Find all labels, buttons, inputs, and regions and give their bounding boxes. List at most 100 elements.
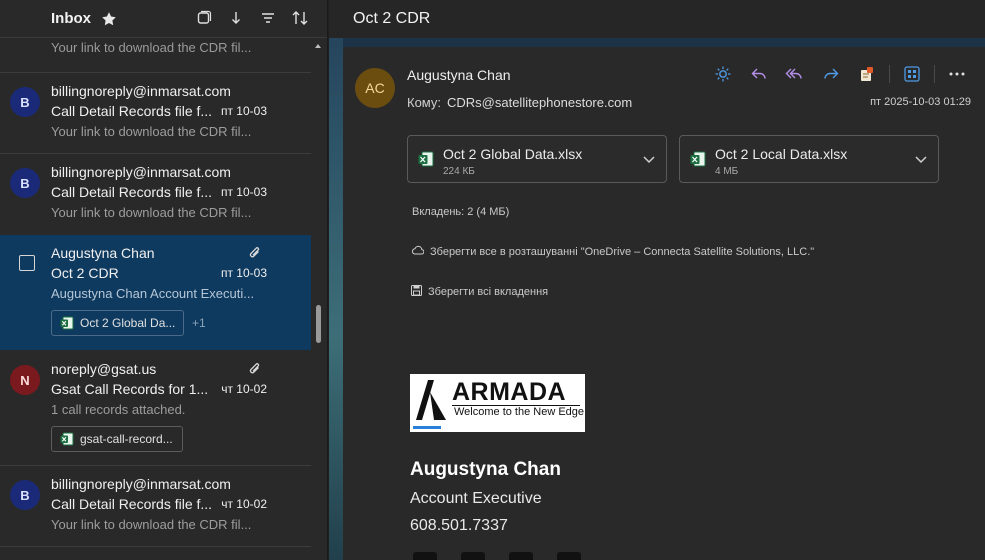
- message-card: AC Augustyna Chan Кому: CDRs@satellitepho…: [343, 47, 985, 560]
- mail-subject: Call Detail Records file f...: [51, 184, 213, 200]
- mail-subject: Call Detail Records file f...: [51, 103, 213, 119]
- apps-grid-icon[interactable]: [898, 63, 926, 85]
- excel-file-icon: [60, 432, 74, 446]
- sender-name: billingnoreply@inmarsat.com: [51, 164, 231, 180]
- list-item[interactable]: B billingnoreply@inmarsat.com Call Detai…: [0, 154, 311, 234]
- mail-date: пт 10-03: [220, 266, 267, 280]
- sender-name: Augustyna Chan: [51, 245, 155, 261]
- scroll-up-arrow-icon[interactable]: [315, 44, 321, 48]
- attachment-chip[interactable]: gsat-call-record...: [51, 426, 183, 452]
- mail-app: Inbox Your link to download the CDR fil.…: [0, 0, 985, 560]
- excel-file-icon: [690, 151, 706, 167]
- divider: [0, 546, 311, 547]
- logo-tagline: Welcome to the New Edge: [454, 406, 585, 418]
- mail-snippet: Your link to download the CDR fil...: [51, 124, 252, 139]
- excel-file-icon: [418, 151, 434, 167]
- signature-name: Augustyna Chan: [410, 459, 561, 480]
- message-list-pane: Inbox Your link to download the CDR fil.…: [0, 0, 328, 560]
- mail-snippet: 1 call records attached.: [51, 402, 186, 417]
- logo-accent-bar: [413, 426, 441, 429]
- instagram-icon[interactable]: [509, 552, 533, 560]
- sender-name: billingnoreply@inmarsat.com: [51, 476, 231, 492]
- mail-date: пт 10-03: [220, 104, 267, 118]
- signature-title: Account Executive: [410, 490, 542, 507]
- jump-to-icon[interactable]: [227, 9, 245, 27]
- reply-icon[interactable]: [745, 63, 773, 85]
- linkedin-icon[interactable]: [461, 552, 485, 560]
- mail-snippet: Augustyna Chan Account Executi...: [51, 286, 255, 301]
- list-item[interactable]: N noreply@gsat.us Gsat Call Records for …: [0, 351, 311, 465]
- toolbar-divider: [934, 65, 935, 83]
- excel-file-icon: [60, 316, 74, 330]
- toolbar-divider: [889, 65, 890, 83]
- addin-icon[interactable]: [853, 63, 881, 85]
- list-toolbar: [195, 9, 309, 27]
- more-attachments-count[interactable]: +1: [192, 316, 206, 330]
- save-to-onedrive-link[interactable]: Зберегти все в розташуванні "OneDrive – …: [411, 245, 814, 258]
- chevron-down-icon[interactable]: [914, 152, 928, 166]
- sent-date: пт 2025-10-03 01:29: [870, 96, 971, 108]
- avatar: B: [10, 480, 40, 510]
- twitter-icon[interactable]: [413, 552, 437, 560]
- attachment-chip-label: gsat-call-record...: [80, 432, 173, 446]
- signature-phone[interactable]: 608.501.7337: [410, 517, 508, 535]
- message-actions: [709, 63, 971, 85]
- filter-icon[interactable]: [259, 9, 277, 27]
- logo-wordmark: ARMADA: [452, 378, 567, 406]
- attachment-card[interactable]: Oct 2 Local Data.xlsx 4 МБ: [679, 135, 939, 183]
- mail-subject: Gsat Call Records for 1...: [51, 381, 209, 397]
- from-name[interactable]: Augustyna Chan: [407, 67, 511, 83]
- list-item[interactable]: B billingnoreply@inmarsat.com Call Detai…: [0, 73, 311, 153]
- sender-name: billingnoreply@inmarsat.com: [51, 83, 231, 99]
- scrollbar-thumb[interactable]: [316, 305, 321, 343]
- mail-snippet: Your link to download the CDR fil...: [51, 205, 252, 220]
- save-disk-icon: [411, 285, 422, 299]
- attachment-name: Oct 2 Global Data.xlsx: [443, 146, 583, 162]
- avatar[interactable]: AC: [355, 68, 395, 108]
- list-item-snippet: Your link to download the CDR fil...: [51, 40, 252, 55]
- favorite-star-icon[interactable]: [100, 10, 118, 28]
- attachment-size: 4 МБ: [715, 166, 739, 177]
- more-actions-icon[interactable]: [943, 63, 971, 85]
- mail-date: чт 10-02: [221, 497, 267, 511]
- reading-pane: Oct 2 CDR AC Augustyna Chan Кому: CDRs@sa…: [329, 0, 985, 560]
- select-checkbox[interactable]: [19, 255, 35, 271]
- forward-icon[interactable]: [817, 63, 845, 85]
- save-all-attachments-link[interactable]: Зберегти всі вкладення: [411, 285, 548, 299]
- attachment-size: 224 КБ: [443, 166, 475, 177]
- avatar: B: [10, 87, 40, 117]
- summarize-icon[interactable]: [709, 63, 737, 85]
- attachment-chip[interactable]: Oct 2 Global Da...: [51, 310, 185, 336]
- attachment-chip-label: Oct 2 Global Da...: [80, 316, 176, 330]
- attachment-card[interactable]: Oct 2 Global Data.xlsx 224 КБ: [407, 135, 667, 183]
- attachment-name: Oct 2 Local Data.xlsx: [715, 146, 848, 162]
- list-header: Inbox: [0, 0, 327, 38]
- save-all-attachments-label: Зберегти всі вкладення: [428, 286, 549, 298]
- sort-icon[interactable]: [291, 9, 309, 27]
- conversation-subject: Oct 2 CDR: [329, 0, 985, 38]
- chevron-down-icon[interactable]: [642, 152, 656, 166]
- company-logo: ARMADA Welcome to the New Edge: [410, 374, 585, 432]
- sender-name: noreply@gsat.us: [51, 361, 157, 377]
- avatar: B: [10, 168, 40, 198]
- mail-date: чт 10-02: [221, 382, 267, 396]
- youtube-icon[interactable]: [557, 552, 581, 560]
- mail-subject: Call Detail Records file f...: [51, 496, 213, 512]
- paperclip-icon: [247, 361, 263, 377]
- social-links: [413, 552, 581, 560]
- mail-subject: Oct 2 CDR: [51, 265, 119, 281]
- recipient[interactable]: CDRs@satellitephonestore.com: [447, 95, 632, 110]
- save-to-onedrive-label: Зберегти все в розташуванні "OneDrive – …: [430, 245, 815, 258]
- list-item[interactable]: B billingnoreply@inmarsat.com Call Detai…: [0, 466, 311, 546]
- mail-date: пт 10-03: [220, 185, 267, 199]
- paperclip-icon: [247, 245, 263, 261]
- select-mode-icon[interactable]: [195, 9, 213, 27]
- folder-title: Inbox: [51, 10, 91, 27]
- list-scrollbar[interactable]: [311, 38, 327, 560]
- attachment-count: Вкладень: 2 (4 МБ): [412, 206, 510, 218]
- list-item-selected[interactable]: Augustyna Chan Oct 2 CDR пт 10-03 August…: [0, 235, 311, 350]
- reply-all-icon[interactable]: [781, 63, 809, 85]
- avatar: N: [10, 365, 40, 395]
- to-label: Кому:: [407, 95, 441, 110]
- logo-mark-icon: [416, 380, 446, 420]
